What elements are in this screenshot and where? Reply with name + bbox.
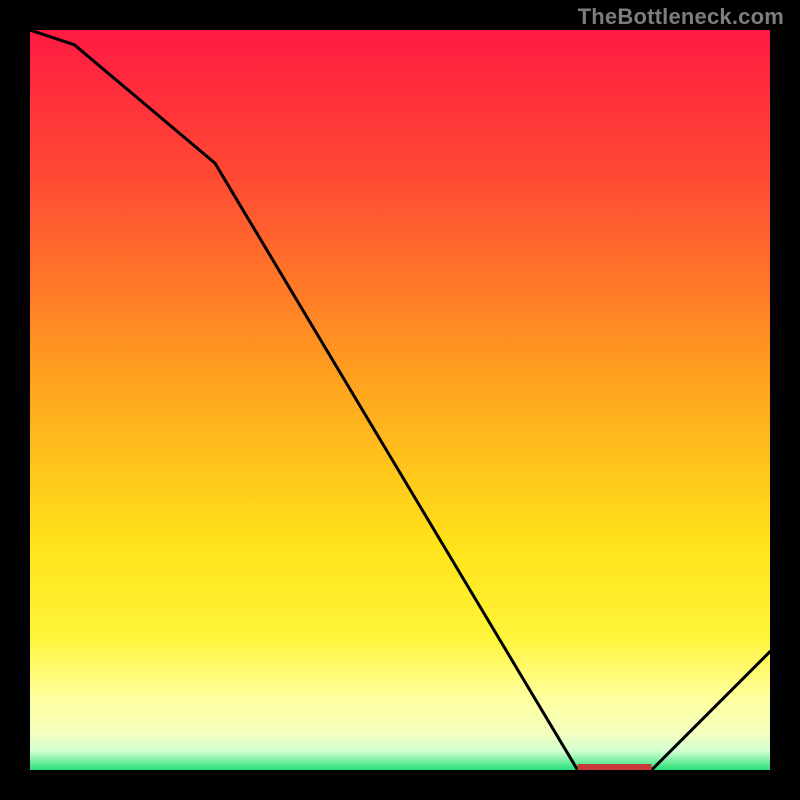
watermark-text: TheBottleneck.com (578, 4, 784, 30)
chart-canvas: TheBottleneck.com (0, 0, 800, 800)
baseline-marker (578, 764, 652, 770)
chart-svg (30, 30, 770, 770)
gradient-fill (30, 30, 770, 770)
plot-area (30, 30, 770, 770)
